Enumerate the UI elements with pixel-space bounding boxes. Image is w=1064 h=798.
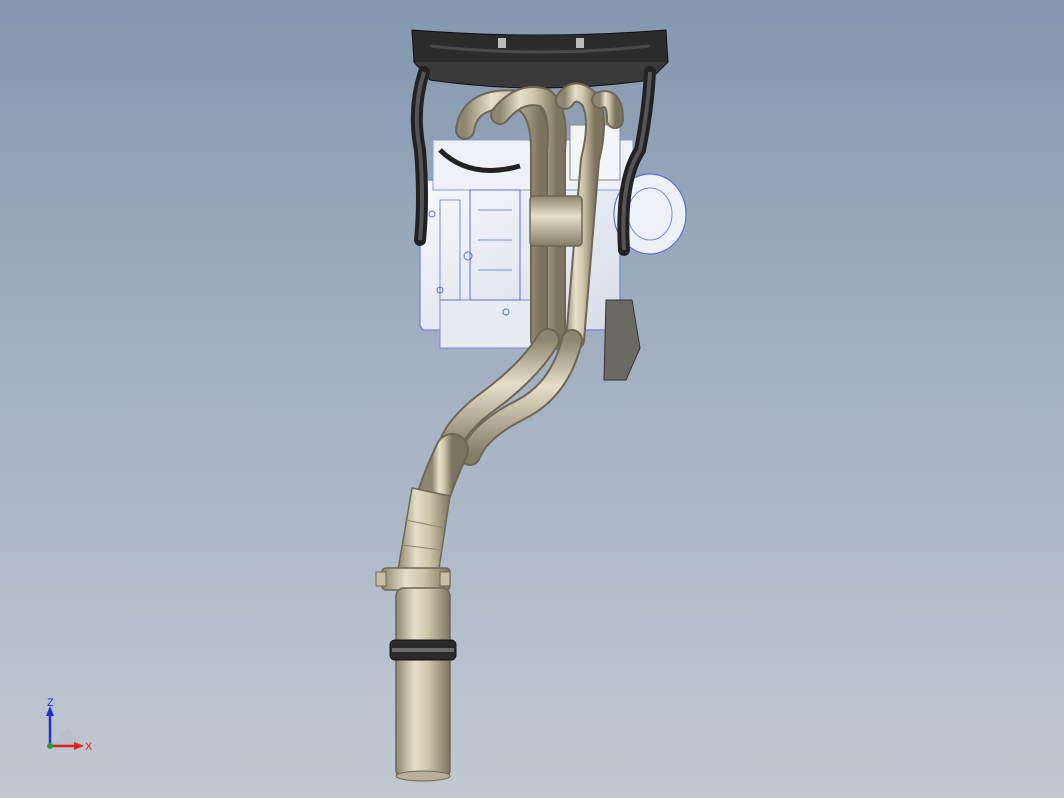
cad-viewport[interactable]: Z X: [0, 0, 1064, 798]
x-axis-label: X: [85, 741, 93, 753]
engine-exhaust-model[interactable]: [0, 0, 1064, 798]
exhaust-clamp[interactable]: [375, 567, 451, 591]
axis-triad: Z X: [46, 697, 93, 753]
z-axis-label: Z: [47, 697, 54, 709]
silencer[interactable]: [389, 587, 457, 782]
radiator-duct[interactable]: [411, 29, 669, 89]
origin-dot: [47, 743, 53, 749]
exhaust-cone[interactable]: [397, 487, 451, 576]
